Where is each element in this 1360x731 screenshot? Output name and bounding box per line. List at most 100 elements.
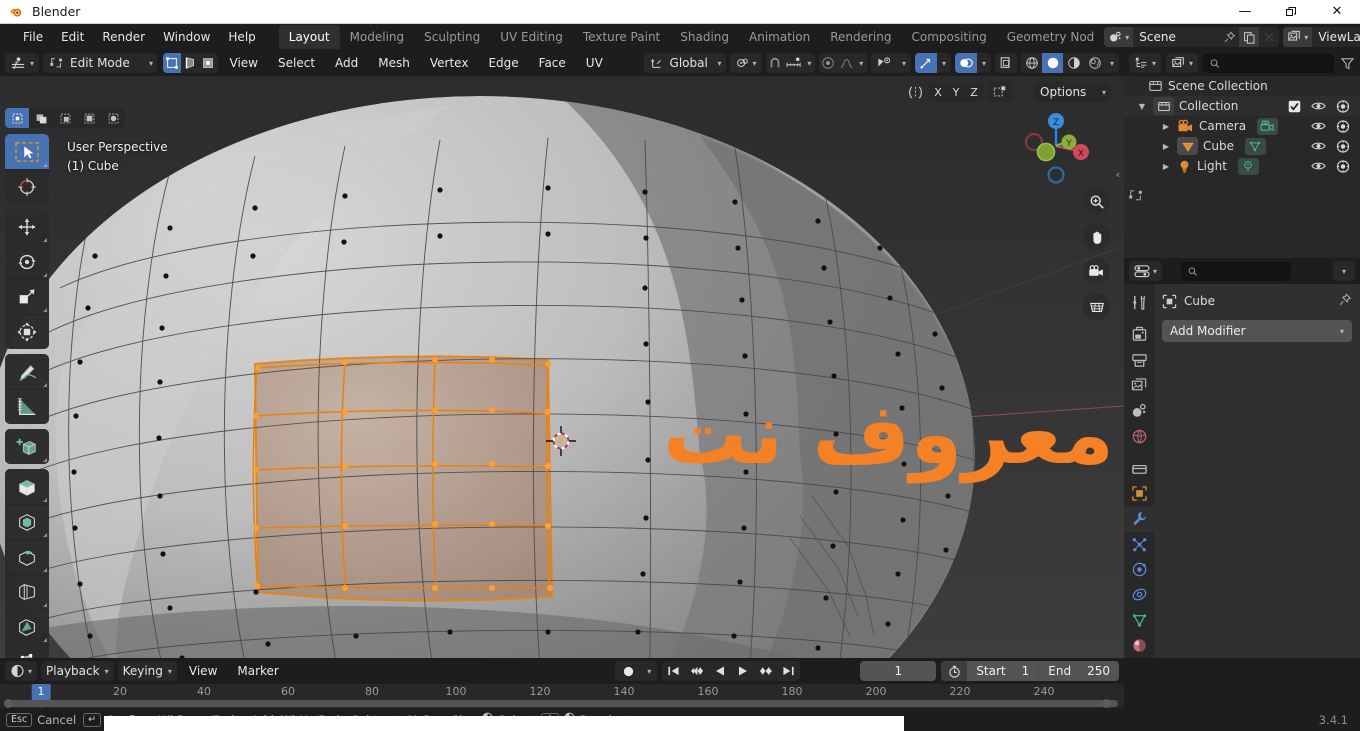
show-overlays-button[interactable] xyxy=(955,53,977,73)
overlay-select-mode-3[interactable] xyxy=(53,108,77,128)
camera-data-icon-wrap[interactable] xyxy=(1257,117,1279,135)
menu-window[interactable]: Window xyxy=(154,27,219,47)
mirror-z-button[interactable]: Z xyxy=(965,82,983,102)
workspace-tab-modeling[interactable]: Modeling xyxy=(340,25,415,49)
workspace-tab-geometry-nodes[interactable]: Geometry Nod xyxy=(997,25,1105,49)
mirror-x-button[interactable]: X xyxy=(929,82,947,102)
rendered-shading-button[interactable] xyxy=(1084,53,1105,73)
tool-inset-faces[interactable] xyxy=(5,504,49,539)
close-button[interactable]: ✕ xyxy=(1314,0,1360,24)
properties-search-box[interactable] xyxy=(1181,261,1292,281)
properties-tab-physics[interactable] xyxy=(1124,557,1154,582)
falloff-chevron-button[interactable]: ▾ xyxy=(855,53,867,73)
snap-chevron-button[interactable]: ▾ xyxy=(803,53,816,73)
cube-expand-triangle[interactable]: ▶ xyxy=(1160,142,1172,151)
falloff-type-button[interactable] xyxy=(837,53,856,73)
eye-icon[interactable] xyxy=(1311,120,1326,132)
tool-tweak[interactable] xyxy=(5,134,49,169)
use-preview-range-button[interactable] xyxy=(941,661,968,681)
tool-bevel[interactable] xyxy=(5,539,49,574)
auto-keying-chevron-button[interactable]: ▾ xyxy=(641,661,658,681)
zoom-view-button[interactable] xyxy=(1083,188,1110,215)
properties-tab-modifier[interactable] xyxy=(1124,506,1154,532)
workspace-tab-compositing[interactable]: Compositing xyxy=(901,25,996,49)
timeline-editor-type-button[interactable]: ▾ xyxy=(5,661,38,681)
pivot-point-button[interactable]: ▾ xyxy=(729,53,762,73)
visibility-chevron-button[interactable]: ▾ xyxy=(897,53,911,73)
properties-editor-type-button[interactable]: ▾ xyxy=(1129,261,1163,281)
viewlayer-browse-button[interactable]: ▾ xyxy=(1283,27,1313,47)
viewport-options-dropdown[interactable]: Options ▾ xyxy=(1034,82,1110,102)
navigation-axis-gizmo[interactable]: Z X Y xyxy=(1018,108,1094,184)
tool-loop-cut[interactable] xyxy=(5,574,49,609)
frame-start-field[interactable]: Start 1 xyxy=(967,661,1039,681)
scene-name[interactable]: Scene xyxy=(1133,30,1219,44)
camera-render-icon[interactable] xyxy=(1336,139,1350,153)
eye-icon[interactable] xyxy=(1311,160,1326,172)
editor-type-button[interactable]: ▾ xyxy=(5,53,40,73)
show-gizmo-button[interactable] xyxy=(915,53,937,73)
overlay-vertex-select-button[interactable] xyxy=(5,108,29,128)
current-frame-field[interactable]: 1 xyxy=(860,661,937,681)
workspace-tab-uv-editing[interactable]: UV Editing xyxy=(490,25,573,49)
shading-chevron-button[interactable]: ▾ xyxy=(1105,53,1119,73)
viewport-sidebar-toggle[interactable]: ‹ xyxy=(1112,162,1124,186)
solid-shading-button[interactable] xyxy=(1042,53,1063,73)
viewport-menu-mesh[interactable]: Mesh xyxy=(370,53,418,73)
outliner-row-scene-collection[interactable]: Scene Collection xyxy=(1124,76,1360,96)
jump-to-start-button[interactable] xyxy=(662,661,686,681)
prev-keyframe-button[interactable] xyxy=(685,661,709,681)
camera-view-button[interactable] xyxy=(1083,258,1110,285)
workspace-tab-animation[interactable]: Animation xyxy=(739,25,820,49)
properties-tab-particles[interactable] xyxy=(1124,532,1154,557)
workspace-tab-rendering[interactable]: Rendering xyxy=(820,25,901,49)
transform-orientation-dropdown[interactable]: Global ▾ xyxy=(643,53,726,73)
viewlayer-name[interactable]: ViewLayer xyxy=(1312,30,1360,44)
edge-select-mode-button[interactable] xyxy=(181,53,200,73)
menu-help[interactable]: Help xyxy=(219,27,264,47)
properties-tab-data[interactable] xyxy=(1124,607,1154,632)
wireframe-shading-button[interactable] xyxy=(1021,53,1042,73)
add-modifier-button[interactable]: Add Modifier ▾ xyxy=(1162,320,1352,342)
auto-keying-button[interactable] xyxy=(615,661,642,681)
keying-dropdown[interactable]: Keying ▾ xyxy=(117,661,177,681)
tool-cursor[interactable] xyxy=(5,169,49,204)
outliner-filter-button[interactable] xyxy=(1339,57,1355,70)
outliner-display-mode-button[interactable]: ▾ xyxy=(1166,53,1199,73)
viewport-menu-add[interactable]: Add xyxy=(327,53,366,73)
outliner-row-light[interactable]: ▶ Light xyxy=(1124,156,1360,176)
viewport-menu-vertex[interactable]: Vertex xyxy=(422,53,477,73)
snap-toggle-button[interactable] xyxy=(765,53,784,73)
eye-icon[interactable] xyxy=(1311,140,1326,152)
workspace-tab-sculpting[interactable]: Sculpting xyxy=(414,25,490,49)
toggle-xray-button[interactable] xyxy=(995,53,1017,73)
mesh-options-icon-button[interactable] xyxy=(988,82,1012,102)
viewport-menu-uv[interactable]: UV xyxy=(578,53,611,73)
tool-extrude-region[interactable] xyxy=(5,469,49,504)
properties-tab-render[interactable] xyxy=(1124,322,1154,347)
tool-add-cube[interactable] xyxy=(5,429,49,464)
overlays-chevron-button[interactable]: ▾ xyxy=(977,53,991,73)
menu-file[interactable]: File xyxy=(14,27,52,47)
properties-options-button[interactable]: ▾ xyxy=(1333,261,1355,281)
workspace-tab-shading[interactable]: Shading xyxy=(670,25,739,49)
timeline-scrollbar-right-handle[interactable] xyxy=(1102,699,1111,708)
timeline-menu-view[interactable]: View xyxy=(181,661,225,681)
menu-render[interactable]: Render xyxy=(93,27,154,47)
outliner-row-collection[interactable]: ▼ Collection xyxy=(1124,96,1360,116)
workspace-tab-texture-paint[interactable]: Texture Paint xyxy=(573,25,670,49)
tool-move[interactable] xyxy=(5,209,49,244)
camera-render-icon[interactable] xyxy=(1336,159,1350,173)
light-data-icon-wrap[interactable] xyxy=(1237,157,1259,175)
scene-pin-button[interactable] xyxy=(1219,27,1239,47)
tool-rotate[interactable] xyxy=(5,244,49,279)
properties-tab-material[interactable] xyxy=(1124,633,1154,658)
tool-measure[interactable] xyxy=(5,389,49,424)
properties-tab-constraints[interactable] xyxy=(1124,582,1154,607)
play-reverse-button[interactable] xyxy=(708,661,732,681)
tool-knife[interactable] xyxy=(5,609,49,644)
viewport-menu-edge[interactable]: Edge xyxy=(480,53,526,73)
viewport-menu-view[interactable]: View xyxy=(222,53,266,73)
timeline-scrollbar-track[interactable] xyxy=(6,700,1118,707)
face-select-mode-button[interactable] xyxy=(199,53,218,73)
